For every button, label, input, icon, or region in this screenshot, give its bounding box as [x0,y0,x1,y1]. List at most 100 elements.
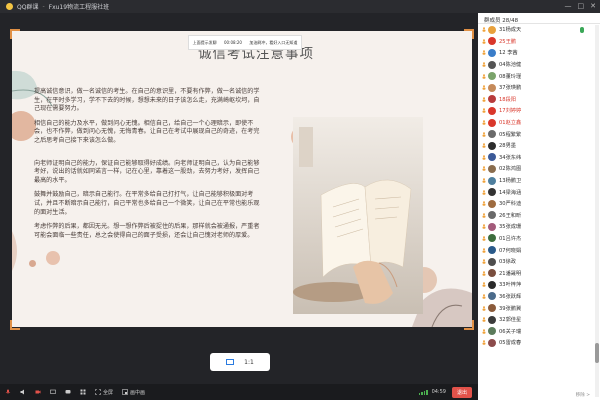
speaker-button[interactable] [20,389,26,395]
member-item[interactable]: 12 李茜 [478,47,600,59]
avatar [488,280,496,289]
person-icon [482,108,486,114]
member-name: 17刘婷婷 [499,108,522,115]
member-item[interactable]: 01赵立鑫 [478,117,600,129]
avatar [488,118,496,127]
person-icon [482,189,486,195]
maximize-button[interactable]: □ [578,2,585,10]
member-item[interactable]: 13杨鹏卫 [478,175,600,187]
member-item[interactable]: 39张鹏冀 [478,302,600,314]
member-item[interactable]: 35张成珊 [478,221,600,233]
person-icon [482,236,486,241]
zoom-control[interactable]: 1:1 [210,353,270,371]
fullscreen-button[interactable]: 全屏 [95,389,113,396]
person-icon [482,305,486,311]
signal-icon [418,389,428,395]
member-scrollbar[interactable] [595,25,599,397]
avatar [488,188,496,197]
person-icon [482,27,486,32]
minimize-button[interactable]: — [565,2,572,10]
member-item[interactable]: 05程繁繁 [478,128,600,140]
person-icon [482,340,486,346]
person-icon [482,166,486,172]
member-item[interactable]: 18段阳 [478,94,600,106]
member-item[interactable]: 31杨成天 [478,24,600,36]
member-item[interactable]: 25王鹏 [478,36,600,48]
member-name: 02陈鸿图 [499,166,522,173]
member-name: 01赵立鑫 [499,120,522,127]
pip-button[interactable]: 画中画 [122,389,145,396]
person-icon [482,212,486,218]
panel-footer[interactable]: 移除 > [478,390,600,400]
grid-icon [80,389,86,395]
avatar [488,246,496,255]
member-name: 04陈池健 [499,62,522,69]
avatar [488,60,496,69]
person-icon [482,270,486,276]
member-item[interactable]: 08董玲瑾 [478,70,600,82]
member-item[interactable]: 04陈池健 [478,59,600,71]
member-item[interactable]: 28男墨 [478,140,600,152]
member-name: 26王和昕 [499,212,522,219]
close-button[interactable]: ✕ [590,2,596,10]
person-icon [482,97,486,102]
member-item[interactable]: 26王和昕 [478,210,600,222]
avatar [488,130,496,139]
member-item[interactable]: 33叶梓萍 [478,279,600,291]
member-item[interactable]: 36张跃辉 [478,291,600,303]
avatar [488,304,496,313]
member-item[interactable]: 06关子瑞 [478,325,600,337]
avatar [488,292,496,301]
scrollbar-thumb[interactable] [595,343,599,363]
person-icon [482,155,486,160]
apps-button[interactable] [80,389,86,395]
avatar [488,72,496,81]
person-icon [482,50,486,56]
app-window: QQ群课 - Fxu19物流工程服社班 — □ ✕ 上面提示发聊 00:08:2… [0,0,600,400]
member-item[interactable]: 37张瑛鹏 [478,82,600,94]
member-item[interactable]: 30严科迪 [478,198,600,210]
avatar [488,338,496,347]
slide-paragraph: 提高诚信意识，做一名诚信的考生。在自己的意识里，不要有作弊，做一名诚信的学生，在… [34,88,260,113]
member-item[interactable]: 17刘婷婷 [478,105,600,117]
chat-button[interactable] [65,389,71,395]
member-item[interactable]: 32郭佳星 [478,314,600,326]
person-icon [482,317,486,322]
member-name: 14梁海涵 [499,189,522,196]
camera-button[interactable] [35,389,41,395]
avatar [488,176,496,185]
member-item[interactable]: 14梁海涵 [478,186,600,198]
avatar [488,141,496,150]
member-name: 07何晓娟 [499,247,522,254]
member-item[interactable]: 01吕许杰 [478,233,600,245]
member-panel-header: 群成员 28/48 [478,13,600,24]
mic-button[interactable] [5,389,11,395]
avatar [488,222,496,231]
person-icon [482,259,486,264]
member-name: 30严科迪 [499,201,522,208]
member-item[interactable]: 02陈鸿图 [478,163,600,175]
member-item[interactable]: 34张东纬 [478,152,600,164]
avatar [488,83,496,92]
avatar [488,95,496,104]
avatar [488,25,496,34]
member-name: 05程繁繁 [499,131,522,138]
person-icon [482,224,486,230]
person-icon [482,294,486,299]
avatar [488,234,496,243]
avatar [488,37,496,46]
banner-time: 00:08:20 [224,40,242,45]
person-icon [482,73,486,79]
member-name: 03徐政 [499,259,516,266]
member-item[interactable]: 07何晓娟 [478,244,600,256]
fullscreen-icon [95,389,101,395]
member-item[interactable]: 03徐政 [478,256,600,268]
decor-circle-tiny [29,260,36,267]
member-item[interactable]: 21潘晟明 [478,267,600,279]
share-button[interactable] [50,389,56,395]
member-name: 05雷成春 [499,340,522,347]
leave-button[interactable]: 退出 [451,386,472,398]
window-controls: — □ ✕ [565,2,597,10]
avatar [488,48,496,57]
member-item[interactable]: 05雷成春 [478,337,600,349]
